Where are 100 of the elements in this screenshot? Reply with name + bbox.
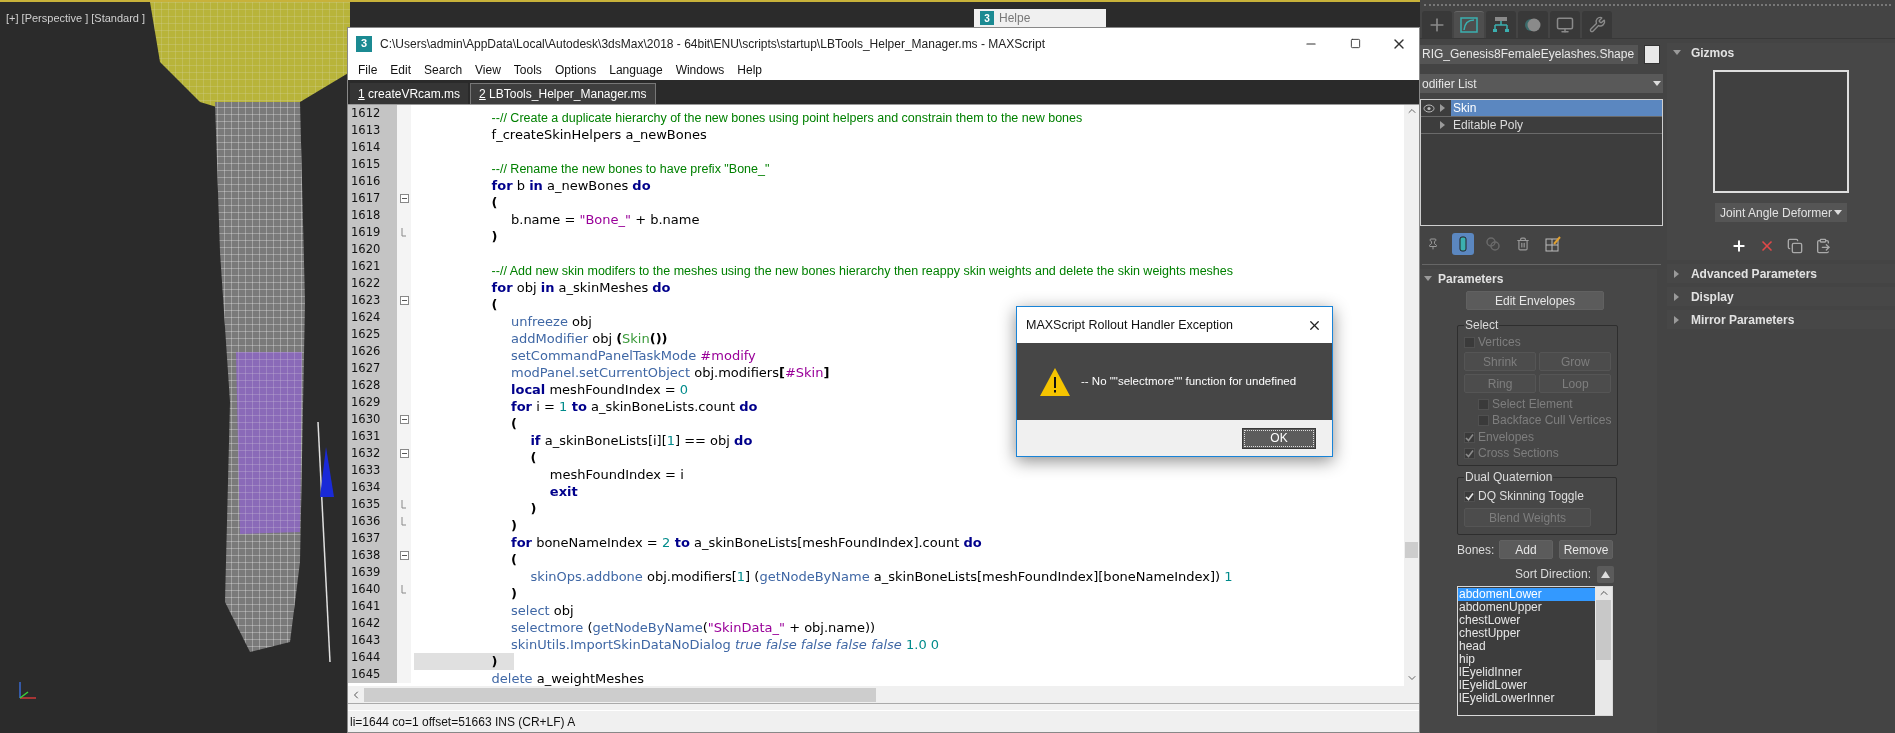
scrollbar[interactable]: [1595, 587, 1612, 715]
menu-item[interactable]: Search: [418, 60, 469, 79]
menu-item[interactable]: Edit: [384, 60, 418, 79]
code-line: local meshFoundIndex = 0: [510, 381, 689, 398]
color-swatch[interactable]: [1644, 45, 1660, 64]
expand-icon[interactable]: [1672, 292, 1681, 301]
copy-icon[interactable]: [1786, 238, 1803, 254]
scroll-thumb[interactable]: [1596, 600, 1611, 660]
stack-item[interactable]: Skin: [1451, 100, 1662, 116]
code-line: for obj in a_skinMeshes do: [490, 279, 671, 296]
ok-button[interactable]: OK: [1242, 427, 1316, 449]
menu-item[interactable]: View: [469, 60, 507, 79]
panel-button[interactable]: Add: [1499, 540, 1553, 559]
code-line: for b in a_newBones do: [490, 177, 651, 194]
code-line: select obj: [510, 602, 574, 619]
bone-item[interactable]: abdomenUpper: [1458, 601, 1595, 614]
line-number: 1624: [348, 309, 397, 326]
dialog-title: MAXScript Rollout Handler Exception: [1026, 316, 1234, 334]
stack-item[interactable]: Editable Poly: [1451, 117, 1662, 133]
command-tab[interactable]: [1454, 11, 1484, 38]
rollout-title[interactable]: Parameters: [1438, 270, 1504, 288]
code-line: (: [490, 194, 498, 211]
gizmo-type-dropdown[interactable]: Joint Angle Deformer: [1714, 203, 1847, 222]
line-number: 1621: [348, 258, 397, 275]
paste-icon[interactable]: [1814, 238, 1831, 254]
circles-icon: [1485, 236, 1501, 252]
menu-item[interactable]: Options: [548, 60, 603, 79]
menu-item[interactable]: Help: [731, 60, 768, 79]
code-line: addModifier obj (Skin()): [510, 330, 668, 347]
bone-item[interactable]: chestLower: [1458, 614, 1595, 627]
grid-pencil-icon: [1545, 236, 1561, 252]
warning-icon: [1039, 366, 1071, 397]
group-label: Select: [1464, 317, 1500, 334]
rollout-title[interactable]: Display: [1690, 287, 1734, 306]
checkbox-label: DQ Skinning Toggle: [1478, 488, 1584, 505]
stack-tool-button[interactable]: [1452, 233, 1474, 255]
bone-item[interactable]: lEyelidInner: [1458, 666, 1595, 679]
app-logo: 3: [356, 35, 372, 52]
menu-item[interactable]: Language: [603, 60, 669, 79]
menu-item[interactable]: Tools: [507, 60, 548, 79]
bone-item[interactable]: lEyelidLowerInner: [1458, 692, 1595, 705]
command-tab[interactable]: [1550, 11, 1580, 38]
fold-marker-icon[interactable]: [399, 551, 409, 560]
fold-marker-icon[interactable]: [399, 296, 409, 305]
code-line: for boneNameIndex = 2 to a_skinBoneLists[meshFoundIndex].count do: [510, 534, 982, 551]
menu-item[interactable]: File: [352, 60, 384, 79]
code-line: setCommandPanelTaskMode #modify: [510, 347, 756, 364]
line-number: 1644: [348, 649, 397, 666]
code-line: modPanel.setCurrentObject obj.modifiers[#Skin]: [510, 364, 830, 381]
code-line: (: [529, 449, 537, 466]
bone-item[interactable]: lEyelidLower: [1458, 679, 1595, 692]
window-title: C:\Users\admin\AppData\Local\Autodesk\3dsMax\2018 - 64bit\ENU\scripts\startup\LBTools_Helper_Manager.ms - MAXScript: [380, 35, 1046, 53]
panel-button[interactable]: Edit Envelopes: [1466, 291, 1604, 310]
fold-marker-icon[interactable]: [399, 415, 409, 424]
wrench-icon: [1588, 16, 1606, 33]
code-line: (: [510, 551, 517, 568]
line-number: 1626: [348, 343, 397, 360]
code-line: for i = 1 to a_skinBoneLists.count do: [510, 398, 758, 415]
line-number: 1612: [348, 105, 397, 122]
vertical-scrollbar[interactable]: [1404, 105, 1419, 686]
file-tab[interactable]: 1 createVRcam.ms: [350, 83, 469, 104]
scroll-thumb[interactable]: [1405, 542, 1418, 558]
viewport-label[interactable]: [+] [Perspective ] [Standard ]: [6, 10, 146, 27]
status-bar: li=1644 co=1 offset=51663 INS (CR+LF) A: [348, 710, 1419, 732]
fold-marker-icon[interactable]: [399, 449, 409, 458]
file-tab[interactable]: 2 LBTools_Helper_Manager.ms: [470, 83, 656, 104]
plus-icon[interactable]: [1730, 238, 1747, 254]
eye-icon[interactable]: [1423, 103, 1435, 113]
command-tab[interactable]: [1518, 11, 1548, 38]
line-number: 1615: [348, 156, 397, 173]
scroll-thumb[interactable]: [364, 687, 876, 702]
rollout-title[interactable]: Gizmos: [1690, 43, 1735, 62]
menu-item[interactable]: Windows: [669, 60, 731, 79]
curve-icon: [1459, 16, 1479, 34]
tube-icon: [1459, 236, 1467, 252]
expand-icon[interactable]: [1672, 315, 1681, 324]
bone-item[interactable]: head: [1458, 640, 1595, 653]
modifier-list-dropdown[interactable]: odifier List: [1420, 74, 1663, 93]
panel-button[interactable]: Remove: [1559, 540, 1613, 559]
command-tab[interactable]: [1486, 11, 1516, 38]
rollout-title[interactable]: Advanced Parameters: [1690, 264, 1817, 283]
bone-item[interactable]: hip: [1458, 653, 1595, 666]
line-number: 1643: [348, 632, 397, 649]
expand-icon[interactable]: [1672, 269, 1681, 278]
maximize-icon[interactable]: [1350, 38, 1361, 49]
fold-marker-icon[interactable]: [399, 194, 409, 203]
bone-item[interactable]: chestUpper: [1458, 627, 1595, 640]
expand-icon[interactable]: [1439, 121, 1447, 129]
object-name-field[interactable]: RIG_Genesis8FemaleEyelashes.Shape: [1420, 45, 1638, 64]
line-number: 1642: [348, 615, 397, 632]
collapse-icon[interactable]: [1424, 275, 1432, 283]
expand-icon[interactable]: [1439, 104, 1447, 112]
sort-direction-button[interactable]: [1597, 565, 1614, 583]
collapse-icon[interactable]: [1672, 48, 1681, 57]
checkbox[interactable]: [1464, 490, 1475, 502]
fold-end-icon: [401, 585, 407, 594]
command-tab[interactable]: [1582, 11, 1612, 38]
command-tab[interactable]: [1422, 11, 1452, 38]
horizontal-scrollbar[interactable]: [348, 686, 1419, 704]
rollout-title[interactable]: Mirror Parameters: [1690, 310, 1795, 329]
